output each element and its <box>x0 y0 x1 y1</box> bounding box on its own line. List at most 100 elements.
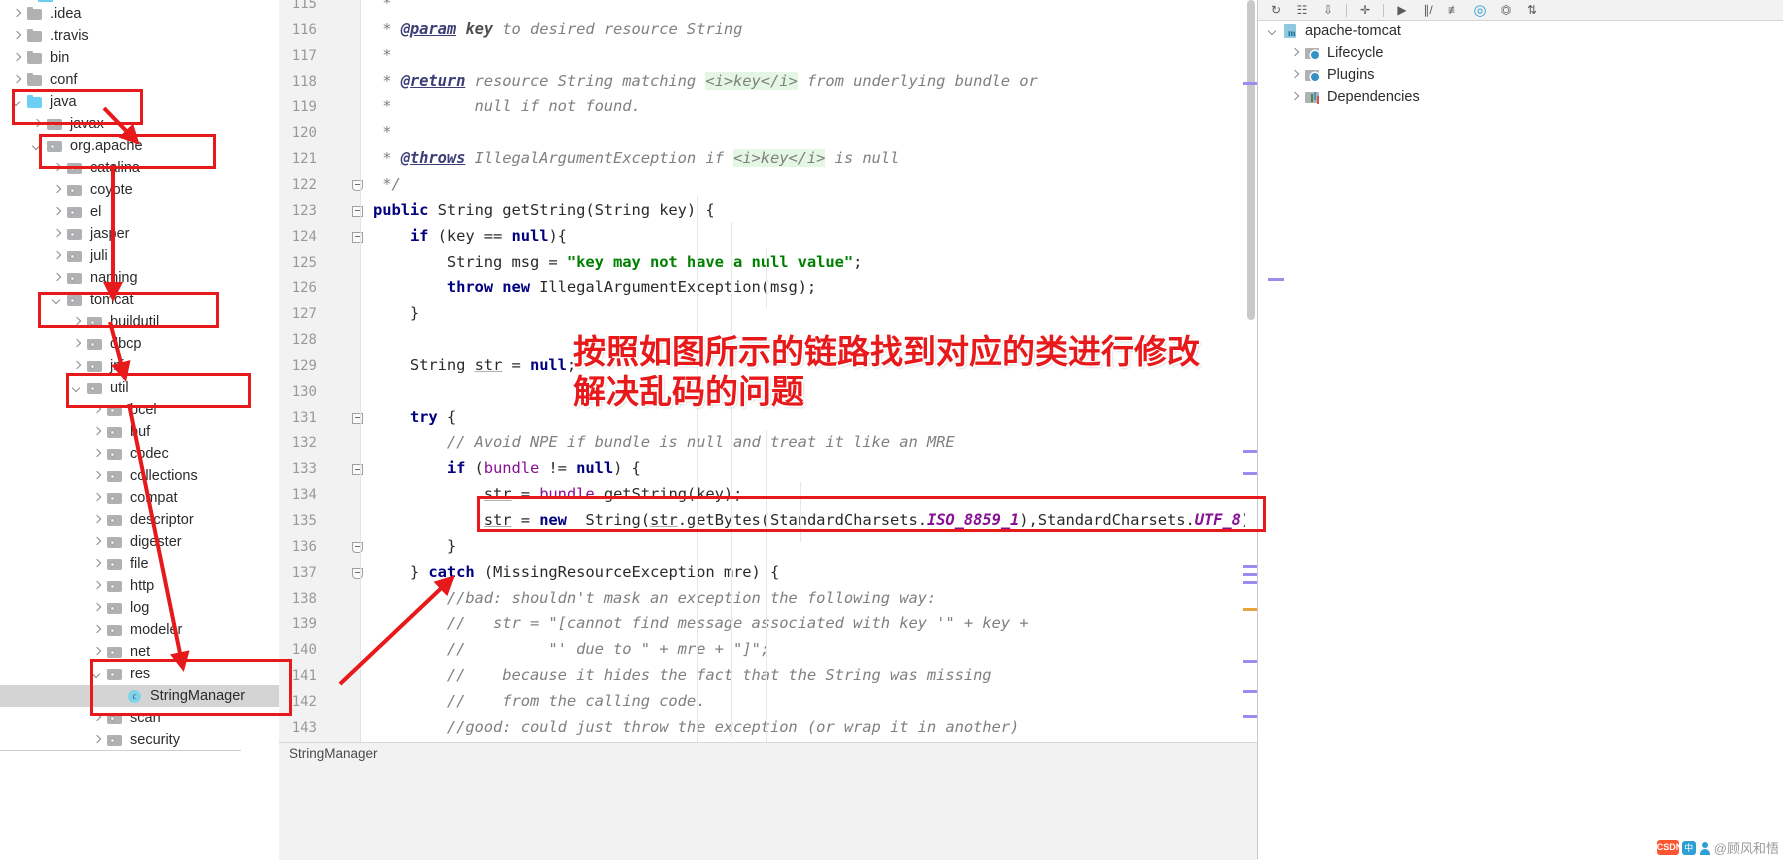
chevron-right-icon[interactable] <box>92 603 103 614</box>
chevron-right-icon[interactable] <box>1290 70 1301 81</box>
code-line[interactable]: * @throws IllegalArgumentException if <i… <box>373 149 899 168</box>
chevron-right-icon[interactable] <box>92 537 103 548</box>
code-line[interactable]: */ <box>373 175 401 193</box>
code-line[interactable]: } <box>373 304 419 322</box>
tree-item-buf[interactable]: buf <box>0 421 279 443</box>
toggle-offline-icon[interactable]: ≢ <box>1442 1 1466 19</box>
chevron-down-icon[interactable] <box>32 141 43 152</box>
tree-item-javax[interactable]: javax <box>0 113 279 135</box>
code-line[interactable]: // "' due to " + mre + "]"; <box>373 640 770 658</box>
code-line[interactable]: // str = "[cannot find message associate… <box>373 614 1029 632</box>
skip-tests-icon[interactable]: ∥/ <box>1416 1 1440 19</box>
chevron-right-icon[interactable] <box>92 449 103 460</box>
tree-item-bcel[interactable]: bcel <box>0 399 279 421</box>
code-line[interactable]: * <box>373 0 391 12</box>
tree-item-modeler[interactable]: modeler <box>0 619 279 641</box>
chevron-right-icon[interactable] <box>1290 48 1301 59</box>
tree-item-stringmanager[interactable]: c StringManager <box>0 685 279 707</box>
code-fold-toggle-icon[interactable] <box>352 412 363 424</box>
run-icon[interactable]: ▶ <box>1390 1 1414 19</box>
chevron-right-icon[interactable] <box>92 559 103 570</box>
tree-item-naming[interactable]: naming <box>0 267 279 289</box>
code-line[interactable]: * @return resource String matching <i>ke… <box>373 71 1038 90</box>
code-line[interactable]: String str = null; <box>373 356 576 374</box>
maven-tool-window[interactable]: ↻ ☷ ⇩ ✛ ▶ ∥/ ≢ ◎ ⏣ ⇅ m apache-tomcat Lifec… <box>1257 0 1783 859</box>
show-diagram-icon[interactable]: ⏣ <box>1494 1 1518 19</box>
chevron-right-icon[interactable] <box>92 713 103 724</box>
code-line[interactable]: // because it hides the fact that the St… <box>373 666 992 684</box>
tree-item-buildutil[interactable]: buildutil <box>0 311 279 333</box>
chevron-right-icon[interactable] <box>92 581 103 592</box>
chevron-down-icon[interactable] <box>52 295 63 306</box>
tree-item-jni[interactable]: jni <box>0 355 279 377</box>
tree-item-security[interactable]: security <box>0 729 279 751</box>
chevron-right-icon[interactable] <box>52 251 63 262</box>
code-line[interactable]: * @param key to desired resource String <box>373 20 742 38</box>
chevron-down-icon[interactable] <box>12 97 23 108</box>
code-fold-toggle-icon[interactable] <box>352 179 363 191</box>
code-line[interactable]: str = new String(str.getBytes(StandardCh… <box>373 511 1257 529</box>
code-line[interactable]: // from the calling code. <box>373 692 706 710</box>
collapse-all-icon[interactable]: ⇅ <box>1520 1 1544 19</box>
chevron-right-icon[interactable] <box>92 493 103 504</box>
refresh-icon[interactable]: ↻ <box>1264 1 1288 19</box>
tree-item-conf[interactable]: conf <box>0 69 279 91</box>
tree-item-bin[interactable]: bin <box>0 47 279 69</box>
code-fold-toggle-icon[interactable] <box>352 205 363 217</box>
code-line[interactable]: public String getString(String key) { <box>373 201 715 219</box>
maven-item-dependencies[interactable]: Dependencies <box>1258 86 1783 108</box>
chevron-right-icon[interactable] <box>32 119 43 130</box>
tree-item-juli[interactable]: juli <box>0 245 279 267</box>
chevron-right-icon[interactable] <box>92 625 103 636</box>
chevron-down-icon[interactable] <box>1268 26 1279 37</box>
code-line[interactable]: * <box>373 123 391 141</box>
chevron-right-icon[interactable] <box>52 229 63 240</box>
tree-item-res[interactable]: res <box>0 663 279 685</box>
tree-item--idea[interactable]: .idea <box>0 3 279 25</box>
editor-gutter[interactable]: 115 116 117 118 119 120 121 122 123 124 125 126 127 1… <box>279 0 363 859</box>
breadcrumb[interactable]: StringManager <box>289 746 378 761</box>
refresh-project-icon[interactable]: ☷ <box>1290 1 1314 19</box>
code-line[interactable]: // Avoid NPE if bundle is null and treat… <box>373 433 955 451</box>
project-tool-window[interactable]: .idea .travis bin conf java javax org.apache ca… <box>0 0 279 859</box>
tree-item-digester[interactable]: digester <box>0 531 279 553</box>
code-line[interactable]: * <box>373 46 391 64</box>
chevron-right-icon[interactable] <box>92 471 103 482</box>
tree-item-compat[interactable]: compat <box>0 487 279 509</box>
chevron-right-icon[interactable] <box>92 735 103 746</box>
chevron-down-icon[interactable] <box>72 383 83 394</box>
chevron-right-icon[interactable] <box>12 31 23 42</box>
tree-item-collections[interactable]: collections <box>0 465 279 487</box>
code-line[interactable]: try { <box>373 408 456 426</box>
code-line[interactable]: if (key == null){ <box>373 227 567 245</box>
code-editor[interactable]: 115 116 117 118 119 120 121 122 123 124 125 126 127 1… <box>279 0 1257 859</box>
code-line[interactable]: throw new IllegalArgumentException(msg); <box>373 278 816 296</box>
code-line[interactable]: } catch (MissingResourceException mre) { <box>373 563 779 581</box>
maven-toolbar[interactable]: ↻ ☷ ⇩ ✛ ▶ ∥/ ≢ ◎ ⏣ ⇅ <box>1258 0 1783 21</box>
maven-item-apache-tomcat[interactable]: m apache-tomcat <box>1258 20 1783 42</box>
code-line[interactable]: //bad: shouldn't mask an exception the f… <box>373 589 936 607</box>
code-fold-toggle-icon[interactable] <box>352 541 363 553</box>
chevron-right-icon[interactable] <box>52 163 63 174</box>
chevron-right-icon[interactable] <box>72 361 83 372</box>
tree-item-java[interactable]: java <box>0 91 279 113</box>
tree-item-net[interactable]: net <box>0 641 279 663</box>
download-sources-icon[interactable]: ⇩ <box>1316 1 1340 19</box>
chevron-right-icon[interactable] <box>92 515 103 526</box>
tree-item-tomcat[interactable]: tomcat <box>0 289 279 311</box>
editor-scrollbar[interactable] <box>1245 0 1257 859</box>
tree-item-catalina[interactable]: catalina <box>0 157 279 179</box>
code-line[interactable]: if (bundle != null) { <box>373 459 641 477</box>
code-line[interactable]: str = bundle.getString(key); <box>373 485 743 503</box>
maven-item-lifecycle[interactable]: Lifecycle <box>1258 42 1783 64</box>
tree-item-jasper[interactable]: jasper <box>0 223 279 245</box>
code-line[interactable]: String msg = "key may not have a null va… <box>373 253 863 271</box>
tree-item-codec[interactable]: codec <box>0 443 279 465</box>
chevron-right-icon[interactable] <box>12 53 23 64</box>
add-maven-project-icon[interactable]: ✛ <box>1353 1 1377 19</box>
tree-item-descriptor[interactable]: descriptor <box>0 509 279 531</box>
chevron-right-icon[interactable] <box>52 185 63 196</box>
editor-scrollbar-thumb[interactable] <box>1247 0 1255 320</box>
tree-item-coyote[interactable]: coyote <box>0 179 279 201</box>
tree-item-http[interactable]: http <box>0 575 279 597</box>
